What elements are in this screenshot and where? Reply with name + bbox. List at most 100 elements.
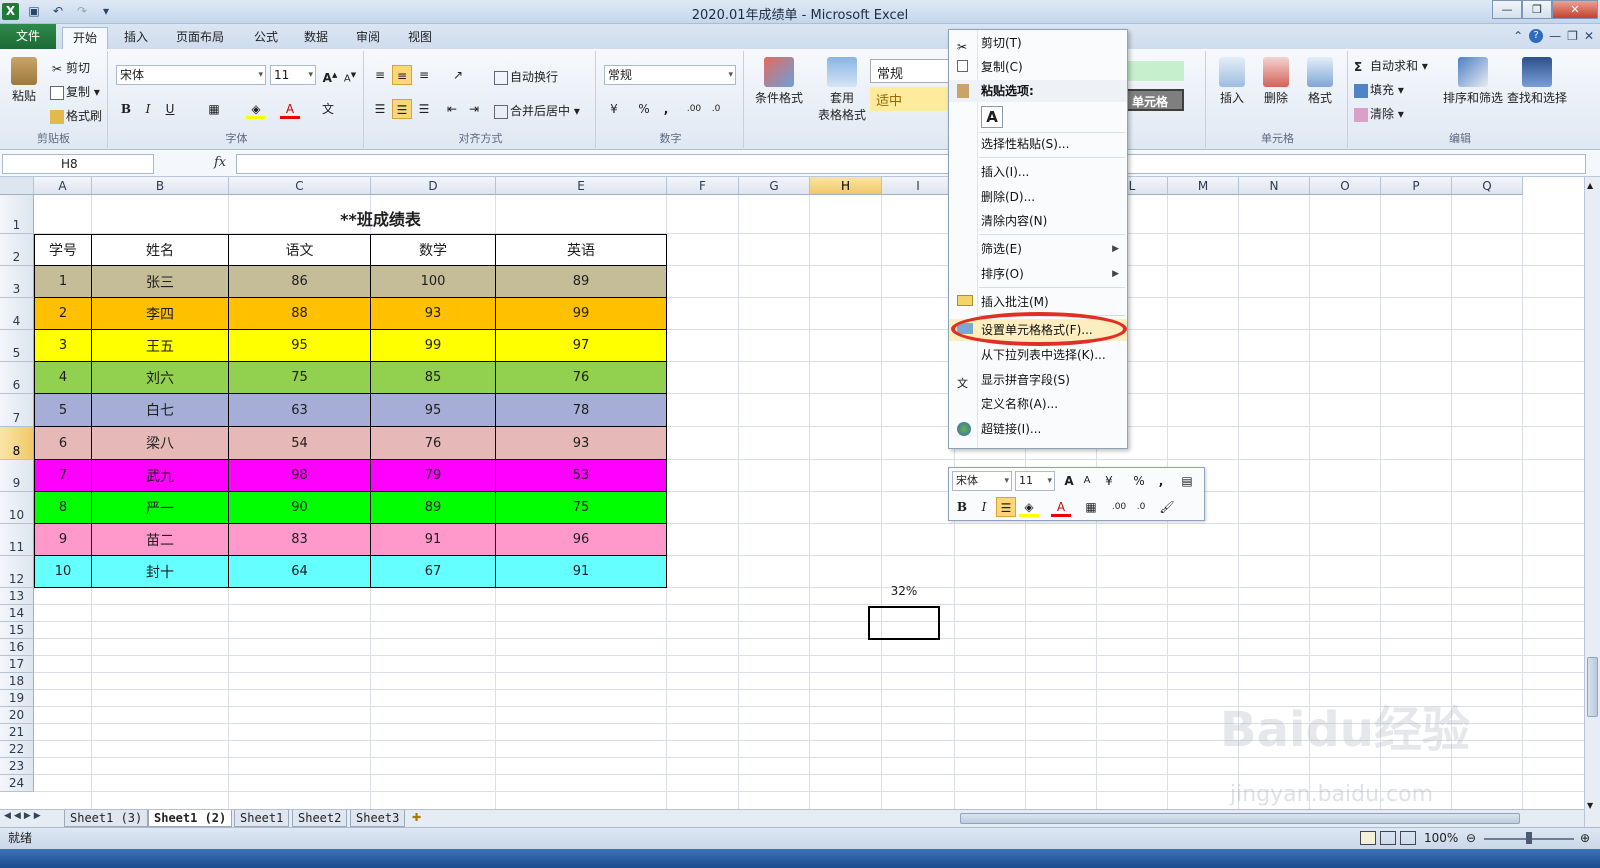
fill-button[interactable]: 填充 ▾ <box>1354 81 1404 98</box>
number-format-select[interactable]: 常规 <box>604 65 736 85</box>
menu-item-show-phonetic[interactable]: 文显示拼音字段(S) <box>949 369 1127 391</box>
insert-function-icon[interactable]: fx <box>214 155 226 170</box>
table-cell[interactable]: 6 <box>34 427 92 460</box>
table-cell[interactable]: 5 <box>34 394 92 427</box>
sheet-tab-sheet1[interactable]: Sheet1 <box>234 810 290 827</box>
table-cell[interactable]: 2 <box>34 298 92 330</box>
column-header[interactable]: B <box>92 177 229 195</box>
row-header[interactable]: 21 <box>0 724 34 741</box>
table-cell[interactable]: 3 <box>34 330 92 362</box>
column-header[interactable]: M <box>1168 177 1239 195</box>
sheet-tab-sheet1-3[interactable]: Sheet1 (3) <box>64 810 149 827</box>
conditional-format-button[interactable]: 条件格式 <box>750 57 808 106</box>
italic-button[interactable]: I <box>138 99 158 119</box>
delete-cells-button[interactable]: 删除 <box>1256 57 1296 106</box>
row-header[interactable]: 10 <box>0 492 34 524</box>
mini-italic-button[interactable]: I <box>974 497 994 517</box>
mini-border-icon[interactable]: ▦ <box>1081 497 1101 517</box>
zoom-in-icon[interactable]: ⊕ <box>1580 828 1590 849</box>
table-cell[interactable]: 64 <box>229 556 371 588</box>
table-cell[interactable]: 76 <box>496 362 667 394</box>
table-cell[interactable]: 白七 <box>92 394 229 427</box>
row-header[interactable]: 23 <box>0 758 34 775</box>
style-neutral[interactable]: 适中 <box>870 87 950 111</box>
table-cell[interactable]: 63 <box>229 394 371 427</box>
mini-percent-button[interactable]: % <box>1129 471 1149 491</box>
decrease-indent-icon[interactable]: ⇤ <box>442 99 462 119</box>
formula-input[interactable] <box>236 154 1586 174</box>
font-name-select[interactable]: 宋体 <box>116 65 266 85</box>
cut-button[interactable]: ✂ 剪切 <box>50 59 90 76</box>
tab-home[interactable]: 开始 <box>62 27 109 49</box>
table-cell[interactable]: 李四 <box>92 298 229 330</box>
style-good-swatch[interactable] <box>1126 61 1184 81</box>
tab-review[interactable]: 审阅 <box>346 27 390 49</box>
table-cell[interactable]: 10 <box>34 556 92 588</box>
row-header[interactable]: 19 <box>0 690 34 707</box>
increase-decimal-icon[interactable]: .00 <box>684 99 704 119</box>
table-cell[interactable]: 85 <box>371 362 496 394</box>
table-cell[interactable]: 78 <box>496 394 667 427</box>
table-cell[interactable]: 100 <box>371 266 496 298</box>
column-header[interactable]: O <box>1310 177 1381 195</box>
align-top-icon[interactable]: ≡ <box>370 65 390 85</box>
table-cell[interactable]: 91 <box>496 556 667 588</box>
table-cell[interactable]: 武九 <box>92 460 229 492</box>
table-cell[interactable]: 95 <box>371 394 496 427</box>
page-layout-view-icon[interactable] <box>1380 831 1396 845</box>
clear-button[interactable]: 清除 ▾ <box>1354 105 1404 122</box>
column-header[interactable]: P <box>1381 177 1452 195</box>
row-header[interactable]: 15 <box>0 622 34 639</box>
workbook-minimize-icon[interactable]: — <box>1549 29 1561 43</box>
tab-insert[interactable]: 插入 <box>114 27 158 49</box>
tab-data[interactable]: 数据 <box>294 27 338 49</box>
currency-icon[interactable]: ¥ <box>604 99 624 119</box>
column-header[interactable]: G <box>739 177 810 195</box>
mini-comma-button[interactable]: , <box>1151 471 1171 491</box>
help-icon[interactable]: ? <box>1529 29 1544 43</box>
row-header[interactable]: 7 <box>0 394 34 427</box>
row-header[interactable]: 4 <box>0 298 34 330</box>
menu-item-copy[interactable]: 复制(C) <box>949 56 1127 78</box>
row-header[interactable]: 22 <box>0 741 34 758</box>
find-select-button[interactable]: 查找和选择 <box>1506 57 1568 106</box>
row-header[interactable]: 17 <box>0 656 34 673</box>
mini-format-painter-icon[interactable]: 🖌 <box>1157 497 1177 517</box>
cell-h7[interactable]: 32% <box>869 574 939 607</box>
align-right-icon[interactable]: ☰ <box>414 99 434 119</box>
menu-item-hyperlink[interactable]: 超链接(I)... <box>949 418 1127 440</box>
decrease-decimal-icon[interactable]: .0 <box>706 99 726 119</box>
tab-view[interactable]: 视图 <box>398 27 442 49</box>
menu-item-paste-special[interactable]: 选择性粘贴(S)... <box>949 133 1127 155</box>
sheet-tab-sheet1-2[interactable]: Sheet1 (2) <box>148 810 233 827</box>
format-cells-button[interactable]: 格式 <box>1300 57 1340 106</box>
name-box[interactable]: H8 <box>2 154 154 174</box>
tab-file[interactable]: 文件 <box>0 24 56 49</box>
header-cell[interactable]: 数学 <box>371 234 496 266</box>
row-header[interactable]: 8 <box>0 427 34 460</box>
align-bottom-icon[interactable]: ≡ <box>414 65 434 85</box>
align-center-icon[interactable]: ☰ <box>392 99 412 119</box>
mini-center-icon[interactable]: ☰ <box>996 497 1016 517</box>
column-header[interactable]: N <box>1239 177 1310 195</box>
row-header[interactable]: 18 <box>0 673 34 690</box>
mini-grow-font-icon[interactable]: A <box>1059 471 1079 491</box>
scroll-up-icon[interactable]: ▲ <box>1587 181 1593 190</box>
mini-bold-button[interactable]: B <box>952 497 972 517</box>
table-cell[interactable]: 苗二 <box>92 524 229 556</box>
row-header[interactable]: 1 <box>0 195 34 234</box>
sheet-nav-arrows-icon[interactable]: ◀◀▶▶ <box>4 811 44 821</box>
table-cell[interactable]: 93 <box>371 298 496 330</box>
table-cell[interactable]: 79 <box>371 460 496 492</box>
row-header[interactable]: 2 <box>0 234 34 266</box>
column-header[interactable]: C <box>229 177 371 195</box>
table-cell[interactable]: 99 <box>371 330 496 362</box>
table-cell[interactable]: 98 <box>229 460 371 492</box>
sheet-tab-sheet2[interactable]: Sheet2 <box>292 810 348 827</box>
underline-button[interactable]: U <box>160 99 180 119</box>
font-color-icon[interactable]: A <box>280 99 300 119</box>
header-cell[interactable]: 英语 <box>496 234 667 266</box>
menu-item-pick-from-list[interactable]: 从下拉列表中选择(K)... <box>949 344 1127 366</box>
format-as-table-button[interactable]: 套用 表格格式 <box>810 57 874 123</box>
table-cell[interactable]: 封十 <box>92 556 229 588</box>
